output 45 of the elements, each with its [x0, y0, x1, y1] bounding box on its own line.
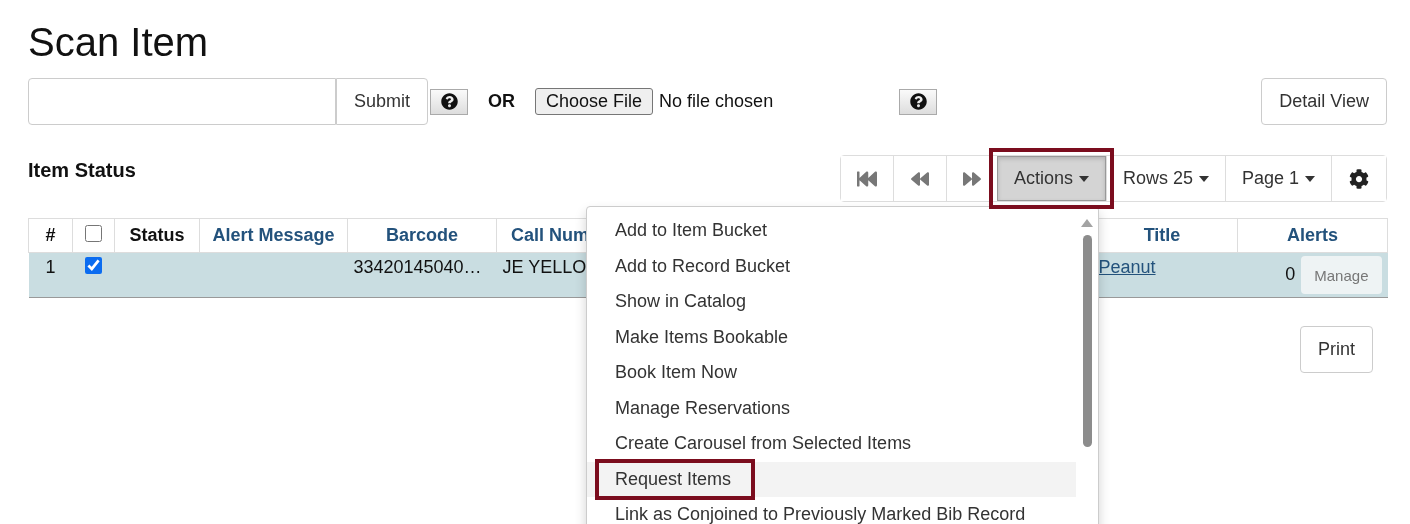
section-title: Item Status [28, 158, 136, 182]
or-label: OR [488, 91, 516, 112]
alerts-count: 0 [1285, 263, 1296, 284]
file-status: No file chosen [659, 91, 775, 112]
menu-item-label: Add to Record Bucket [614, 254, 792, 278]
menu-item-label: Link as Conjoined to Previously Marked Bib Record [614, 503, 1027, 524]
caret-icon [1305, 175, 1315, 182]
menu-item-label: Add to Item Bucket [614, 219, 769, 243]
column-header: Status [114, 218, 200, 253]
caret-icon [1078, 175, 1089, 182]
table-cell: 1 [28, 252, 73, 298]
menu-item[interactable]: Manage Reservations [587, 390, 1076, 426]
column-header[interactable]: Alerts [1237, 218, 1388, 253]
menu-item[interactable]: Make Items Bookable [587, 319, 1076, 355]
forward-icon [962, 169, 981, 188]
column-header[interactable]: Barcode [347, 218, 497, 253]
menu-item-label: Manage Reservations [614, 396, 792, 420]
settings-button[interactable] [1331, 156, 1386, 201]
print-button[interactable]: Print [1300, 326, 1373, 373]
help-icon [909, 93, 927, 110]
title-link[interactable]: Peanut [1098, 257, 1156, 277]
caret-icon [1198, 175, 1209, 182]
menu-item-label: Show in Catalog [614, 290, 748, 314]
settings-icon [1349, 168, 1369, 189]
barcode-input[interactable] [28, 78, 336, 125]
menu-item-label: Book Item Now [614, 361, 739, 385]
column-header: # [28, 218, 73, 253]
menu-item[interactable]: Link as Conjoined to Previously Marked Bib Record [587, 497, 1076, 524]
detail-view-button[interactable]: Detail View [1261, 78, 1387, 125]
select-all-checkbox[interactable] [85, 224, 102, 242]
menu-item-label: Create Carousel from Selected Items [614, 432, 913, 456]
column-header[interactable]: Alert Message [199, 218, 348, 253]
help-button[interactable] [899, 88, 938, 115]
choose-file-button[interactable]: Choose File [535, 88, 654, 115]
menu-item[interactable]: Request Items [587, 461, 1076, 497]
row-checkbox[interactable] [85, 257, 102, 274]
backward-icon [910, 169, 929, 188]
help-icon [440, 93, 458, 110]
help-button[interactable] [430, 88, 469, 115]
menu-item-label: Make Items Bookable [614, 325, 790, 349]
manage-button[interactable]: Manage [1301, 256, 1382, 294]
table-cell: 33420145040… [347, 252, 497, 298]
menu-item[interactable]: Book Item Now [587, 355, 1076, 391]
submit-button[interactable]: Submit [336, 78, 429, 125]
page-title: Scan Item [28, 19, 210, 66]
